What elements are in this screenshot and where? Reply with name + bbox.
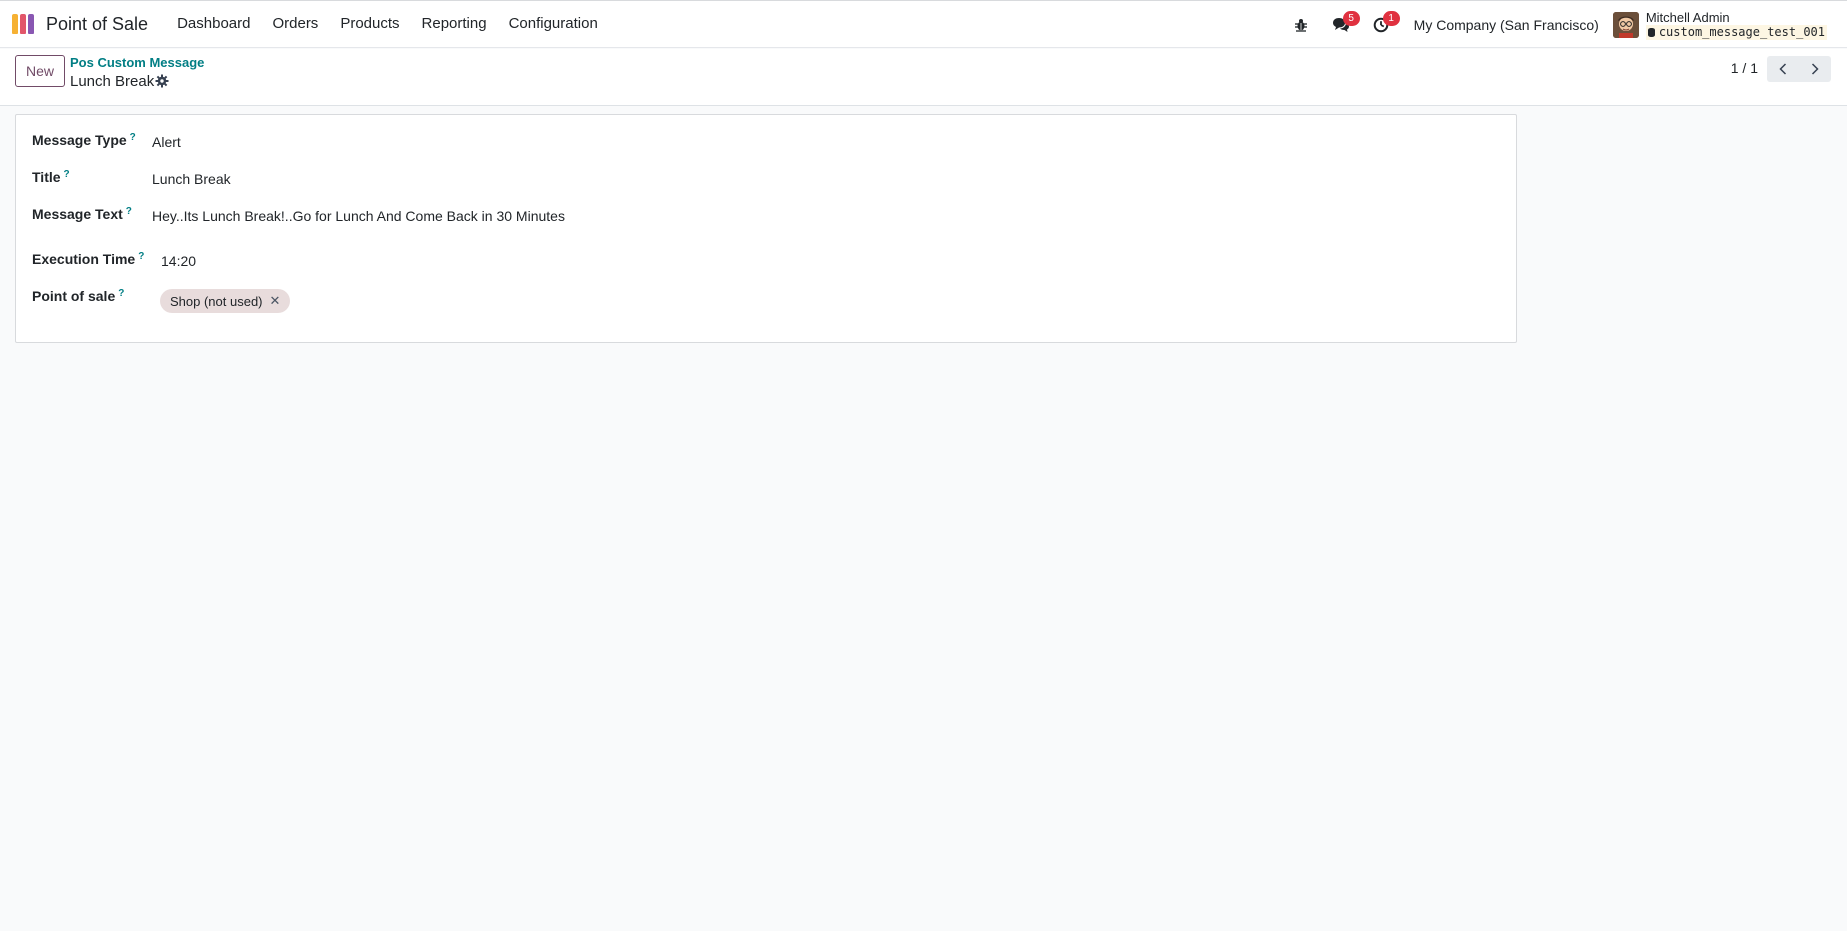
pager-previous-button[interactable] — [1767, 56, 1799, 82]
main-menu: Dashboard Orders Products Reporting Conf… — [166, 0, 609, 48]
company-switcher[interactable]: My Company (San Francisco) — [1414, 17, 1599, 33]
title-field[interactable]: Lunch Break — [152, 171, 231, 187]
user-menu[interactable]: Mitchell Admin custom_message_test_001 — [1612, 10, 1827, 40]
user-avatar — [1612, 12, 1639, 38]
logo-bar-1 — [12, 14, 18, 34]
user-info: Mitchell Admin custom_message_test_001 — [1645, 10, 1827, 40]
point-of-sale-tag: Shop (not used) ✕ — [160, 289, 291, 313]
execution-time-field[interactable]: 14:20 — [161, 253, 196, 269]
message-type-field[interactable]: Alert — [152, 134, 181, 150]
execution-time-help-icon[interactable]: ? — [138, 251, 144, 262]
message-text-help-icon[interactable]: ? — [126, 206, 132, 217]
pager-next-button[interactable] — [1799, 56, 1831, 82]
message-type-help-icon[interactable]: ? — [130, 132, 136, 143]
logo-bar-3 — [28, 14, 34, 34]
app-name[interactable]: Point of Sale — [46, 14, 148, 35]
menu-item-dashboard[interactable]: Dashboard — [166, 0, 261, 48]
field-title: Title ? — [32, 169, 70, 186]
database-label: custom_message_test_001 — [1658, 25, 1825, 39]
point-of-sale-tag-label: Shop (not used) — [170, 293, 263, 309]
field-point-of-sale: Point of sale ? — [32, 288, 124, 305]
remove-tag-close-icon[interactable]: ✕ — [270, 293, 281, 309]
field-message-text: Message Text ? — [32, 206, 132, 223]
new-button[interactable]: New — [15, 55, 65, 87]
control-panel: New Pos Custom Message Lunch Break 1 / 1 — [0, 49, 1847, 106]
menu-item-orders[interactable]: Orders — [261, 0, 329, 48]
app-logo-icon — [12, 14, 38, 34]
app-brand[interactable]: Point of Sale — [0, 0, 166, 48]
database-name: custom_message_test_001 — [1645, 25, 1827, 40]
point-of-sale-help-icon[interactable]: ? — [118, 288, 124, 299]
menu-item-products[interactable]: Products — [329, 0, 410, 48]
message-text-field[interactable]: Hey..Its Lunch Break!..Go for Lunch And … — [152, 208, 565, 224]
messages-count-badge: 5 — [1342, 11, 1360, 26]
title-help-icon[interactable]: ? — [64, 169, 70, 180]
logo-bar-2 — [20, 14, 26, 34]
activities-clock-icon[interactable]: 1 — [1366, 1, 1400, 49]
title-label: Title — [32, 169, 61, 185]
user-name: Mitchell Admin — [1645, 10, 1730, 25]
breadcrumb-parent-link[interactable]: Pos Custom Message — [70, 55, 204, 70]
point-of-sale-label: Point of sale — [32, 288, 116, 304]
debug-bug-icon[interactable] — [1286, 1, 1316, 49]
messages-chat-icon[interactable]: 5 — [1326, 1, 1360, 49]
message-text-label: Message Text — [32, 206, 123, 222]
breadcrumb-current: Lunch Break — [70, 73, 155, 90]
menu-item-reporting[interactable]: Reporting — [411, 0, 498, 48]
gear-icon[interactable] — [155, 74, 171, 90]
pager-value[interactable]: 1 / 1 — [1731, 60, 1758, 76]
form-sheet: Message Type ? Alert Title ? Lunch Break… — [15, 114, 1517, 343]
execution-time-label: Execution Time — [32, 251, 136, 267]
field-execution-time: Execution Time ? — [32, 251, 144, 268]
systray: 5 1 My Company (San Francisco) Mitchell … — [1286, 1, 1847, 49]
field-message-type: Message Type ? — [32, 132, 136, 149]
menu-item-configuration[interactable]: Configuration — [498, 0, 609, 48]
activities-count-badge: 1 — [1382, 11, 1400, 26]
main-navbar: Point of Sale Dashboard Orders Products … — [0, 0, 1847, 48]
message-type-label: Message Type — [32, 132, 127, 148]
chevron-right-icon — [1811, 63, 1819, 75]
chevron-left-icon — [1779, 63, 1787, 75]
database-icon — [1647, 28, 1655, 37]
